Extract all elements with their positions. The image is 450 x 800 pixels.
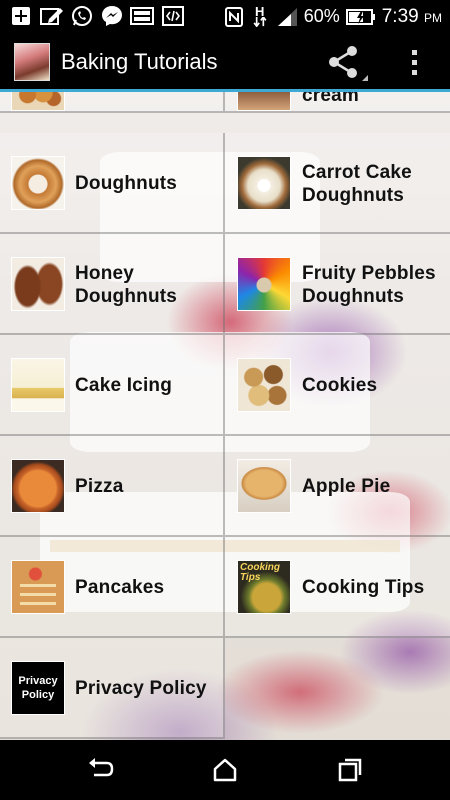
grid-item-fruity-pebbles-doughnuts[interactable]: Fruity Pebbles Doughnuts bbox=[225, 234, 450, 335]
grid-item-label: Pizza bbox=[75, 476, 124, 497]
privacy-thumb-text-2: Policy bbox=[21, 689, 55, 701]
apple-pie-thumb bbox=[237, 459, 291, 513]
share-icon bbox=[324, 46, 368, 85]
data-arrows-icon: H bbox=[250, 3, 270, 27]
grid-item-apple-pie[interactable]: Apple Pie bbox=[225, 436, 450, 537]
pancakes-thumb bbox=[11, 560, 65, 614]
grid-item-label: Cooking Tips bbox=[302, 577, 425, 598]
home-button[interactable] bbox=[210, 755, 240, 785]
grid-item-pancakes[interactable]: Pancakes bbox=[0, 537, 225, 638]
app-logo[interactable] bbox=[14, 43, 50, 81]
recents-icon bbox=[335, 758, 365, 789]
grid-item-label: Doughnuts bbox=[75, 173, 178, 194]
grid-item-carrot-cake-doughnuts[interactable]: Carrot Cake Doughnuts bbox=[225, 133, 450, 234]
edit-icon bbox=[40, 6, 64, 26]
grid-item-cooking-tips[interactable]: Cooking Tips Cooking Tips bbox=[225, 537, 450, 638]
overflow-menu-button[interactable] bbox=[400, 43, 430, 81]
cookies-thumb bbox=[237, 358, 291, 412]
clock-suffix: PM bbox=[424, 10, 442, 25]
app-title: Baking Tutorials bbox=[61, 49, 218, 74]
grid-item-label: Fruity Pebbles Doughnuts bbox=[302, 262, 436, 307]
grid-item-cookies[interactable]: Cookies bbox=[225, 335, 450, 436]
cake-icing-thumb bbox=[11, 358, 65, 412]
add-icon bbox=[10, 6, 32, 26]
fruity-pebbles-doughnut-thumb bbox=[237, 257, 291, 311]
grid-item-doughnuts[interactable]: Doughnuts bbox=[0, 133, 225, 234]
grid-item-label: cream bbox=[302, 92, 359, 106]
nfc-icon bbox=[224, 6, 244, 27]
grid-item-pizza[interactable]: Pizza bbox=[0, 436, 225, 537]
pizza-thumb bbox=[11, 459, 65, 513]
battery-icon bbox=[345, 7, 376, 27]
grid-item-label: Carrot Cake Doughnuts bbox=[302, 161, 412, 206]
status-bar: H 60% 7:39 PM bbox=[0, 0, 450, 33]
whatsapp-icon bbox=[70, 6, 94, 26]
network-type-label: H bbox=[255, 3, 265, 19]
home-icon bbox=[210, 758, 240, 789]
ice-cream-thumb bbox=[237, 92, 291, 111]
back-icon bbox=[85, 758, 115, 789]
truffles-thumb bbox=[11, 92, 65, 111]
doughnut-thumb bbox=[11, 156, 65, 210]
clock-time: 7:39 bbox=[381, 5, 419, 27]
signal-icon bbox=[276, 7, 298, 27]
grid-item-label: Pancakes bbox=[75, 577, 165, 598]
grid-item-truffles[interactable] bbox=[0, 92, 225, 113]
grid-item-label: Apple Pie bbox=[302, 476, 391, 497]
grid-item-privacy-policy[interactable]: Privacy Policy Privacy Policy bbox=[0, 638, 225, 739]
status-right: H 60% 7:39 PM bbox=[224, 4, 442, 29]
messenger-icon bbox=[100, 6, 124, 26]
code-icon bbox=[161, 6, 185, 26]
grid-item-ice-cream[interactable]: cream bbox=[225, 92, 450, 113]
privacy-thumb-text-1: Privacy bbox=[18, 675, 58, 687]
grid-item-honey-doughnuts[interactable]: Honey Doughnuts bbox=[0, 234, 225, 335]
battery-percent: 60% bbox=[303, 6, 340, 26]
grid-item-label: Cookies bbox=[302, 375, 378, 396]
cooking-tips-thumb: Cooking Tips bbox=[237, 560, 291, 614]
overflow-menu-icon bbox=[400, 50, 430, 85]
honey-doughnut-thumb bbox=[11, 257, 65, 311]
recipe-grid[interactable]: cream Doughnuts Carrot Cake Doughnuts Ho… bbox=[0, 92, 450, 740]
grid-item-label: Privacy Policy bbox=[75, 678, 207, 699]
grid-item-cake-icing[interactable]: Cake Icing bbox=[0, 335, 225, 436]
privacy-policy-thumb: Privacy Policy bbox=[11, 661, 65, 715]
grid-item-label: Cake Icing bbox=[75, 375, 173, 396]
grid-item-label bbox=[75, 92, 225, 113]
cooking-tips-thumb-text: Cooking Tips bbox=[240, 562, 280, 583]
clock: 7:39 PM bbox=[382, 6, 442, 28]
carrot-cake-doughnut-thumb bbox=[237, 156, 291, 210]
grid-item-label: Honey Doughnuts bbox=[75, 262, 178, 307]
gallery-icon bbox=[130, 6, 154, 26]
back-button[interactable] bbox=[85, 755, 115, 785]
recents-button[interactable] bbox=[335, 755, 365, 785]
share-button[interactable] bbox=[324, 43, 368, 81]
navigation-bar bbox=[0, 740, 450, 800]
app-bar: Baking Tutorials bbox=[0, 33, 450, 91]
